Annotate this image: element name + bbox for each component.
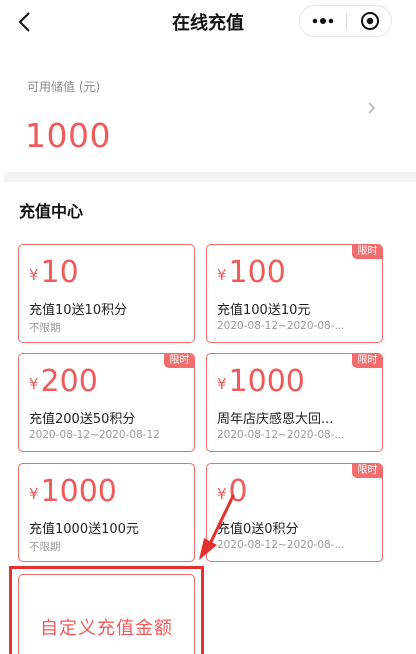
card-validity: 2020-08-12~2020-08-12 — [29, 429, 160, 441]
recharge-page: 在线充值 可用储值 (元) 1000 充值中心 ¥10 充值10送10积分 不限… — [0, 0, 416, 654]
limited-time-badge: 限时 — [352, 245, 382, 259]
card-amount: ¥10 — [29, 255, 79, 290]
card-amount: ¥200 — [29, 364, 98, 399]
custom-amount-button[interactable]: 自定义充值金额 — [18, 574, 195, 654]
close-miniapp-button[interactable] — [347, 6, 392, 36]
card-amount: ¥0 — [217, 474, 248, 509]
custom-amount-label: 自定义充值金额 — [40, 618, 173, 639]
amount-value: 1000 — [40, 474, 117, 509]
card-title: 充值10送10积分 — [29, 303, 128, 318]
recharge-option-card[interactable]: ¥1000 充值1000送100元 不限期 — [18, 463, 195, 562]
card-validity: 不限期 — [29, 541, 61, 553]
card-title: 充值200送50积分 — [29, 412, 136, 427]
card-amount: ¥1000 — [217, 364, 305, 399]
recharge-option-card[interactable]: 限时 ¥200 充值200送50积分 2020-08-12~2020-08-12 — [18, 353, 195, 452]
recharge-option-card[interactable]: ¥10 充值10送10积分 不限期 — [18, 244, 195, 343]
nav-bar: 在线充值 — [0, 0, 416, 44]
card-title: 充值0送0积分 — [217, 522, 299, 537]
currency-symbol: ¥ — [217, 485, 227, 503]
miniapp-capsule — [299, 5, 392, 37]
card-title: 充值100送10元 — [217, 303, 311, 318]
chevron-right-icon — [368, 102, 376, 114]
amount-value: 0 — [228, 474, 248, 509]
more-dots-icon — [312, 18, 334, 24]
currency-symbol: ¥ — [29, 266, 39, 284]
balance-panel[interactable]: 可用储值 (元) 1000 — [0, 58, 416, 170]
section-divider — [4, 172, 416, 182]
recharge-option-card[interactable]: 限时 ¥0 充值0送0积分 2020-08-12~2020-08-... — [206, 463, 383, 562]
card-validity: 2020-08-12~2020-08-... — [217, 429, 345, 441]
limited-time-badge: 限时 — [164, 354, 194, 368]
card-title: 周年店庆感恩大回... — [217, 412, 334, 427]
amount-value: 10 — [40, 255, 79, 290]
balance-value: 1000 — [25, 116, 111, 155]
recharge-option-card[interactable]: 限时 ¥100 充值100送10元 2020-08-12~2020-08-... — [206, 244, 383, 343]
recharge-option-card[interactable]: 限时 ¥1000 周年店庆感恩大回... 2020-08-12~2020-08-… — [206, 353, 383, 452]
currency-symbol: ¥ — [29, 375, 39, 393]
currency-symbol: ¥ — [217, 375, 227, 393]
card-validity: 2020-08-12~2020-08-... — [217, 320, 345, 332]
section-title: 充值中心 — [19, 202, 84, 221]
amount-value: 200 — [40, 364, 98, 399]
currency-symbol: ¥ — [217, 266, 227, 284]
card-validity: 2020-08-12~2020-08-... — [217, 539, 345, 551]
card-amount: ¥1000 — [29, 474, 117, 509]
target-close-icon — [360, 12, 379, 30]
amount-value: 1000 — [228, 364, 305, 399]
currency-symbol: ¥ — [29, 485, 39, 503]
balance-label: 可用储值 (元) — [27, 80, 101, 94]
limited-time-badge: 限时 — [352, 354, 382, 368]
more-button[interactable] — [300, 6, 346, 36]
card-title: 充值1000送100元 — [29, 522, 139, 537]
amount-value: 100 — [228, 255, 286, 290]
card-validity: 不限期 — [29, 322, 61, 334]
card-amount: ¥100 — [217, 255, 286, 290]
limited-time-badge: 限时 — [352, 464, 382, 478]
